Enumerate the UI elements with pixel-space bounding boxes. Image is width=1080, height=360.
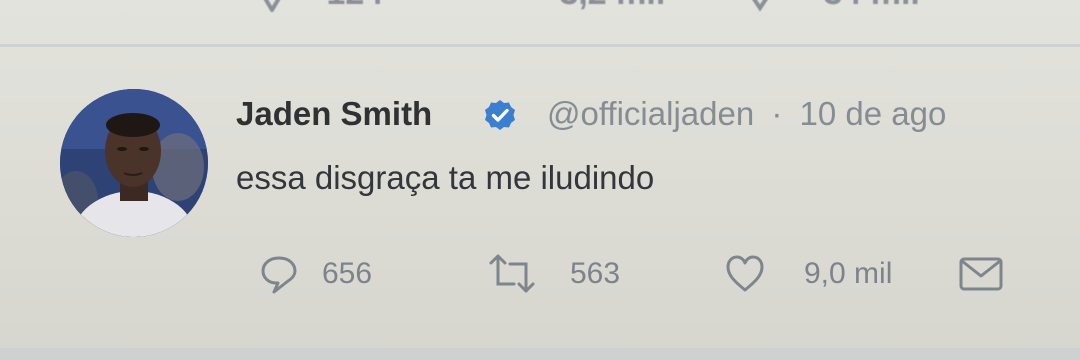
author-meta: @officialjaden · 10 de ago bbox=[547, 95, 946, 133]
retweet-button[interactable]: 563 bbox=[488, 252, 620, 296]
verified-badge-icon bbox=[485, 100, 515, 130]
prev-like-count: 34 mil bbox=[823, 0, 919, 12]
tweet-screen: 124 3,2 mil 34 mil bbox=[0, 0, 1080, 360]
like-icon bbox=[752, 0, 768, 12]
like-icon bbox=[726, 255, 764, 292]
reply-count: 656 bbox=[322, 257, 373, 290]
direct-message-button[interactable] bbox=[958, 252, 1004, 296]
previous-tweet-actions: 124 3,2 mil 34 mil bbox=[0, 0, 1080, 14]
avatar[interactable] bbox=[60, 89, 208, 237]
prev-reply-action[interactable]: 124 bbox=[255, 0, 383, 14]
like-count: 9,0 mil bbox=[804, 257, 893, 290]
retweet-count: 563 bbox=[570, 257, 621, 290]
retweet-icon bbox=[490, 0, 534, 14]
tweet-date[interactable]: 10 de ago bbox=[800, 95, 947, 132]
prev-reply-count: 124 bbox=[326, 0, 383, 12]
reply-icon bbox=[261, 256, 297, 294]
prev-dm-action[interactable] bbox=[982, 0, 1026, 14]
divider bbox=[0, 348, 1080, 360]
reply-icon bbox=[263, 0, 281, 12]
meta-separator: · bbox=[771, 95, 783, 132]
author-handle[interactable]: @officialjaden bbox=[547, 95, 754, 132]
tweet-card[interactable]: Jaden Smith @officialjaden · 10 de ago e… bbox=[0, 47, 1080, 347]
avatar-photo bbox=[60, 89, 208, 237]
author-name[interactable]: Jaden Smith bbox=[236, 95, 432, 133]
prev-retweet-action[interactable]: 3,2 mil bbox=[490, 0, 665, 14]
prev-retweet-count: 3,2 mil bbox=[559, 0, 665, 12]
tweet-text: essa disgraça ta me iludindo bbox=[236, 159, 655, 196]
direct-message-icon bbox=[959, 257, 1003, 291]
reply-button[interactable]: 656 bbox=[258, 252, 372, 296]
direct-message-icon bbox=[982, 0, 1026, 14]
like-button[interactable]: 9,0 mil bbox=[724, 252, 892, 296]
retweet-icon bbox=[489, 254, 535, 293]
prev-like-action[interactable]: 34 mil bbox=[740, 0, 920, 14]
